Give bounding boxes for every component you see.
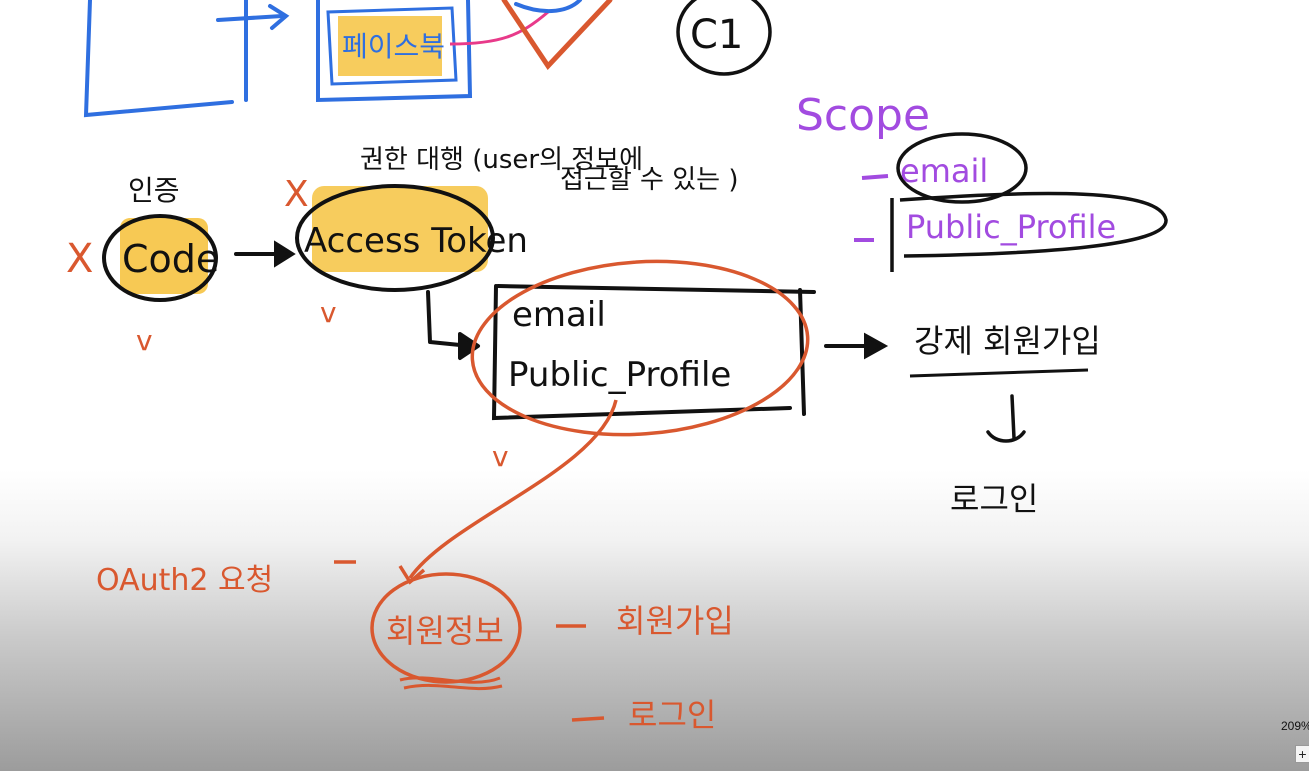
pink-connector	[449, 10, 549, 46]
member-info-label: 회원정보	[386, 612, 504, 650]
auth-label: 인증	[128, 174, 180, 207]
code-x-mark: X	[66, 236, 93, 282]
whiteboard-canvas: 페이스북 C1 인증 X Code v 권한 대행 (user의 정보에 접근할…	[66, 0, 1168, 734]
right-login-label: 로그인	[950, 480, 1038, 518]
arrow-box-to-signup	[824, 332, 889, 360]
arrow-code-to-token	[234, 240, 296, 268]
login-dash	[571, 716, 605, 722]
box-line-profile: Public_Profile	[508, 355, 731, 395]
token-v-mark: v	[320, 296, 337, 329]
box-line-email: email	[512, 295, 606, 335]
scope-dash-1	[861, 174, 889, 180]
orange-connector	[408, 399, 618, 579]
c1-label: C1	[690, 12, 743, 58]
bottom-signup-label: 회원가입	[616, 602, 734, 640]
scope-title: Scope	[796, 90, 930, 141]
code-label: Code	[122, 237, 219, 281]
token-annotation-line2: 접근할 수 있는 )	[560, 165, 738, 195]
arrow-token-to-box	[426, 290, 480, 360]
code-v-mark: v	[136, 324, 153, 357]
forced-signup-label: 강제 회원가입	[914, 322, 1101, 360]
access-token-label: Access Token	[304, 221, 528, 261]
arrow-signup-to-login	[986, 394, 1026, 443]
bottom-login-label: 로그인	[628, 696, 716, 734]
signup-underline	[909, 368, 1089, 378]
zoom-level: 209%	[1281, 719, 1309, 733]
facebook-label: 페이스북	[342, 30, 445, 63]
token-x-mark: X	[284, 174, 309, 215]
scope-item-email: email	[900, 152, 988, 190]
zoom-in-button[interactable]: +	[1295, 745, 1309, 763]
oauth-request-label: OAuth2 요청	[96, 563, 273, 598]
scope-item-profile: Public_Profile	[906, 208, 1116, 246]
box-v-mark: v	[492, 440, 509, 473]
